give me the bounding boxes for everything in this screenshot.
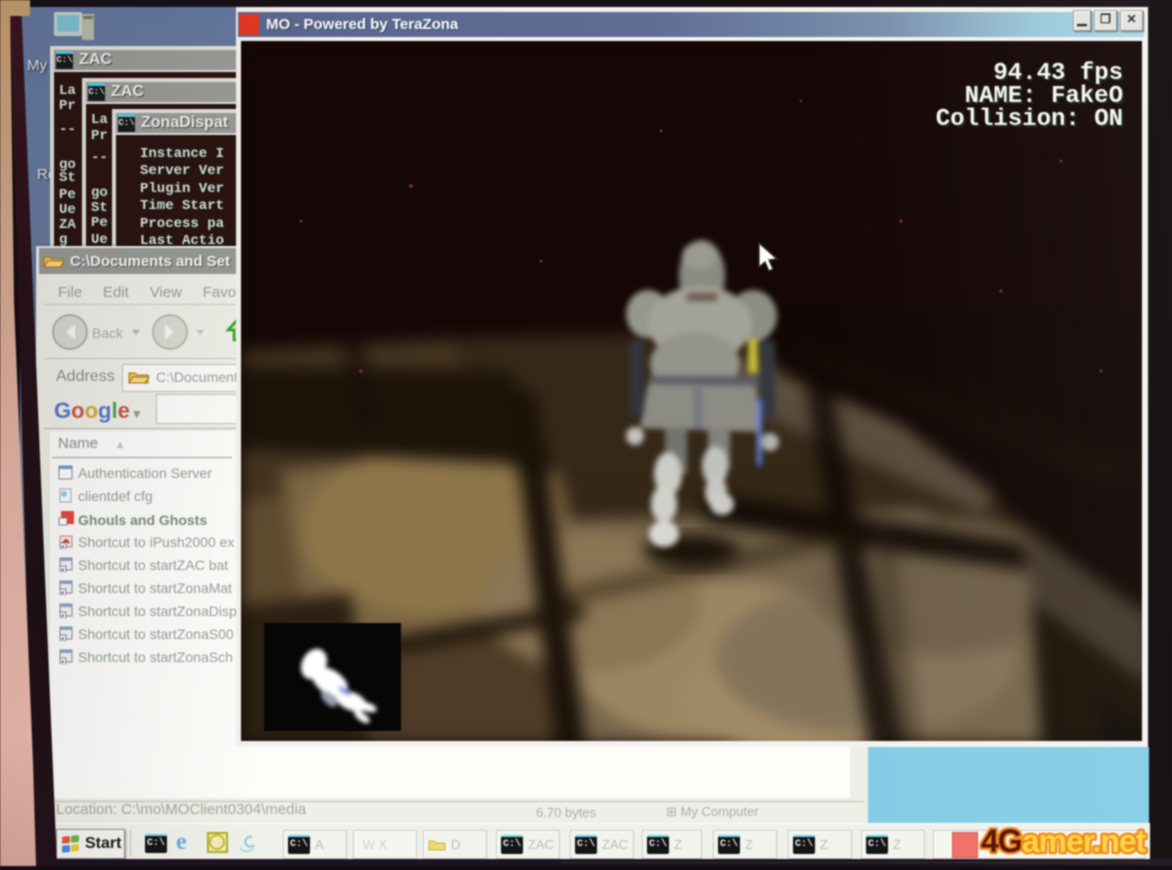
svg-text:Collision: ON: Collision: ON	[936, 106, 1123, 133]
svg-text:Back: Back	[92, 325, 124, 341]
svg-text:4Gamer.net: 4Gamer.net	[981, 823, 1147, 859]
